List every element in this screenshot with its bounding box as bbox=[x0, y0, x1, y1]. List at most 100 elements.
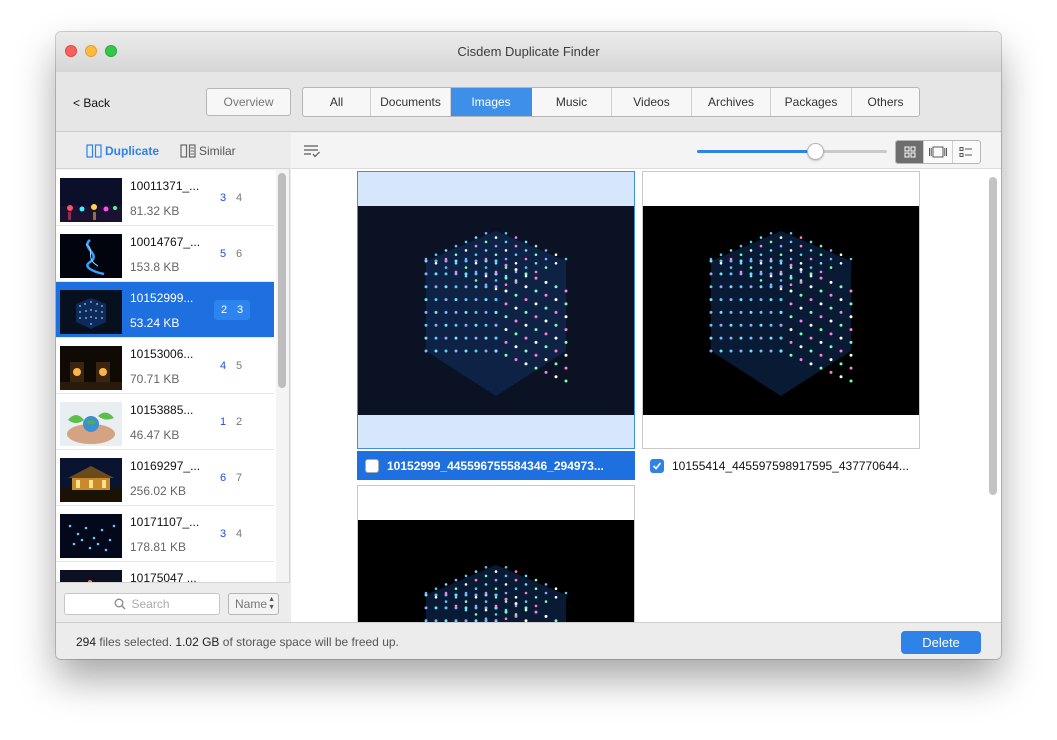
tab-others[interactable]: Others bbox=[852, 88, 919, 116]
tab-archives[interactable]: Archives bbox=[692, 88, 771, 116]
image-card-selected[interactable] bbox=[357, 171, 635, 449]
filmstrip-view-button[interactable] bbox=[924, 141, 953, 163]
file-caption[interactable]: 10155414_445597598917595_437770644... bbox=[642, 451, 927, 480]
search-placeholder: Search bbox=[131, 597, 170, 611]
count-b: 7 bbox=[235, 472, 243, 484]
grid-scrollbar[interactable] bbox=[989, 177, 997, 495]
count-a: 1 bbox=[219, 416, 227, 428]
select-options-icon[interactable] bbox=[303, 144, 321, 158]
sort-select[interactable]: Name ▲ ▼ bbox=[228, 593, 279, 615]
list-item[interactable]: 10011371_... 81.32 KB 34 bbox=[56, 170, 274, 226]
back-button[interactable]: < Back bbox=[73, 96, 110, 110]
duplicate-icon bbox=[86, 144, 102, 158]
item-size: 153.8 KB bbox=[130, 260, 180, 274]
tab-all[interactable]: All bbox=[303, 88, 371, 116]
duplicate-group-list[interactable]: 10011371_... 81.32 KB 34 10014767_... 15… bbox=[56, 170, 276, 582]
search-icon bbox=[115, 598, 126, 610]
zoom-slider[interactable] bbox=[697, 143, 887, 160]
thumbnail-image bbox=[60, 290, 122, 334]
count-b: 4 bbox=[235, 528, 243, 540]
count-badge: 23 bbox=[214, 300, 250, 320]
search-input[interactable]: Search bbox=[64, 593, 220, 615]
similar-icon bbox=[180, 144, 196, 158]
summary-text-b: of storage space will be freed up. bbox=[219, 635, 399, 649]
count-b: 6 bbox=[235, 248, 243, 260]
item-name: 10014767_... bbox=[130, 235, 201, 249]
image-preview bbox=[358, 520, 634, 624]
thumbnail-image bbox=[60, 178, 122, 222]
thumbnail-image bbox=[60, 402, 122, 446]
freed-size: 1.02 GB bbox=[175, 635, 220, 649]
list-view-button[interactable] bbox=[953, 141, 980, 163]
grid-view-button[interactable] bbox=[896, 141, 925, 163]
similar-mode-button[interactable]: Similar bbox=[180, 144, 236, 158]
count-badge: 12 bbox=[215, 414, 247, 431]
list-item-selected[interactable]: 10152999... 53.24 KB 23 bbox=[56, 282, 274, 338]
tab-videos[interactable]: Videos bbox=[612, 88, 692, 116]
selected-count: 294 bbox=[76, 635, 97, 649]
count-badge: 56 bbox=[215, 246, 247, 263]
item-name: 10169297_... bbox=[130, 459, 201, 473]
image-card[interactable] bbox=[357, 485, 635, 625]
image-card[interactable] bbox=[642, 171, 920, 449]
item-size: 81.32 KB bbox=[130, 204, 180, 218]
status-bar: 294 files selected. 1.02 GB of storage s… bbox=[56, 622, 1001, 659]
count-b: 4 bbox=[235, 192, 243, 204]
delete-button[interactable]: Delete bbox=[901, 631, 981, 654]
title-bar: Cisdem Duplicate Finder bbox=[56, 32, 1001, 72]
grid-toolbar bbox=[291, 133, 1001, 169]
sidebar: Duplicate Similar 10011371_... 81.32 KB … bbox=[56, 133, 290, 622]
count-a: 6 bbox=[219, 472, 227, 484]
item-name: 10152999... bbox=[130, 291, 194, 305]
mode-switch: Duplicate Similar bbox=[56, 133, 290, 169]
count-a: 5 bbox=[219, 248, 227, 260]
item-name: 10175047 ... bbox=[130, 571, 197, 582]
tab-documents[interactable]: Documents bbox=[371, 88, 451, 116]
count-badge: 67 bbox=[215, 470, 247, 487]
list-item[interactable]: 10153885... 46.47 KB 12 bbox=[56, 394, 274, 450]
list-item[interactable]: 10014767_... 153.8 KB 56 bbox=[56, 226, 274, 282]
checkmark-icon bbox=[652, 461, 662, 470]
tab-music[interactable]: Music bbox=[532, 88, 612, 116]
filmstrip-view-icon bbox=[928, 146, 947, 158]
sort-label: Name bbox=[235, 597, 268, 611]
list-item[interactable]: 10171107_... 178.81 KB 34 bbox=[56, 506, 274, 562]
item-name: 10153006... bbox=[130, 347, 194, 361]
category-tabs: All Documents Images Music Videos Archiv… bbox=[302, 87, 920, 117]
item-size: 70.71 KB bbox=[130, 372, 180, 386]
thumbnail-image bbox=[60, 234, 122, 278]
image-preview bbox=[358, 206, 634, 415]
file-checkbox[interactable] bbox=[365, 458, 379, 473]
overview-button[interactable]: Overview bbox=[206, 88, 291, 116]
count-a: 3 bbox=[219, 528, 227, 540]
item-name: 10011371_... bbox=[130, 179, 200, 193]
list-item[interactable]: 10153006... 70.71 KB 45 bbox=[56, 338, 274, 394]
zoom-slider-fill bbox=[697, 150, 815, 153]
tab-images[interactable]: Images bbox=[451, 88, 532, 116]
count-b: 5 bbox=[235, 360, 243, 372]
sidebar-scrollbar[interactable] bbox=[278, 173, 286, 388]
similar-mode-label: Similar bbox=[199, 144, 236, 158]
file-checkbox-checked[interactable] bbox=[650, 458, 664, 473]
toolbar: < Back Overview All Documents Images Mus… bbox=[56, 72, 1001, 132]
duplicate-mode-button[interactable]: Duplicate bbox=[86, 144, 159, 158]
count-a: 3 bbox=[219, 192, 227, 204]
grid-view-icon bbox=[904, 146, 916, 158]
file-name: 10152999_445596755584346_294973... bbox=[387, 458, 604, 473]
list-item[interactable]: 10169297_... 256.02 KB 67 bbox=[56, 450, 274, 506]
list-item[interactable]: 10175047 ... bbox=[56, 562, 274, 582]
zoom-slider-knob[interactable] bbox=[806, 143, 824, 160]
count-badge: 45 bbox=[215, 358, 247, 375]
thumbnail-image bbox=[60, 514, 122, 558]
count-b: 3 bbox=[236, 304, 244, 316]
list-view-icon bbox=[959, 147, 973, 157]
selection-summary: 294 files selected. 1.02 GB of storage s… bbox=[76, 635, 399, 649]
file-caption[interactable]: 10152999_445596755584346_294973... bbox=[357, 451, 635, 480]
item-size: 53.24 KB bbox=[130, 316, 180, 330]
count-badge: 34 bbox=[215, 190, 247, 207]
tab-packages[interactable]: Packages bbox=[771, 88, 852, 116]
thumbnail-image bbox=[60, 458, 122, 502]
item-size: 46.47 KB bbox=[130, 428, 180, 442]
count-a: 2 bbox=[220, 304, 228, 316]
item-size: 256.02 KB bbox=[130, 484, 187, 498]
